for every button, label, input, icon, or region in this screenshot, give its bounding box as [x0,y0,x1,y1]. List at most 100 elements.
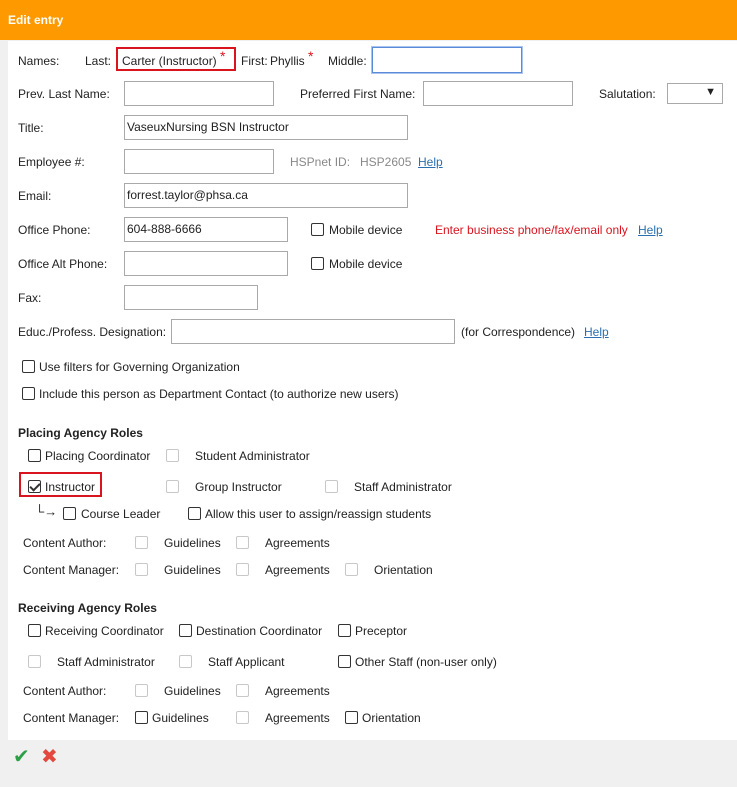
group-instructor-label: Group Instructor [195,480,282,494]
placing-author-guidelines-label: Guidelines [164,536,221,550]
placing-staff-administrator-label: Staff Administrator [354,480,452,494]
placing-author-agreements-checkbox[interactable] [236,536,249,549]
names-label: Names: [18,54,60,68]
prev-last-name-label: Prev. Last Name: [18,87,110,101]
group-instructor-checkbox[interactable] [166,480,179,493]
receiving-coordinator-label: Receiving Coordinator [45,624,164,638]
destination-coordinator-label: Destination Coordinator [196,624,323,638]
preceptor-checkbox[interactable] [338,624,351,637]
first-name-required-mark: * [308,48,314,64]
receiving-content-manager-label: Content Manager: [23,711,120,725]
student-administrator-checkbox[interactable] [166,449,179,462]
designation-help-link[interactable]: Help [584,325,609,339]
placing-author-agreements-label: Agreements [265,536,330,550]
salutation-label: Salutation: [599,87,656,101]
governing-filters-checkbox[interactable] [22,360,35,373]
allow-assign-checkbox[interactable] [188,507,201,520]
receiving-manager-orientation-label: Orientation [362,711,421,725]
cancel-x-button[interactable]: ✖ [41,747,58,767]
salutation-select[interactable]: ▼ [667,83,723,104]
receiving-coordinator-checkbox[interactable] [28,624,41,637]
office-phone-mobile-checkbox[interactable] [311,223,324,236]
office-phone-input[interactable]: 604-888-6666 [124,217,288,242]
receiving-staff-administrator-label: Staff Administrator [57,655,155,669]
department-contact-checkbox[interactable] [22,387,35,400]
office-alt-phone-mobile-checkbox[interactable] [311,257,324,270]
receiving-staff-administrator-checkbox[interactable] [28,655,41,668]
form-panel: Names: Last: Carter (Instructor) * First… [8,41,737,740]
allow-assign-label: Allow this user to assign/reassign stude… [205,507,432,521]
preferred-first-name-label: Preferred First Name: [300,87,416,101]
designation-label: Educ./Profess. Designation: [18,325,167,339]
receiving-manager-guidelines-checkbox[interactable] [135,711,148,724]
title-input[interactable]: VaseuxNursing BSN Instructor [124,115,408,140]
placing-staff-administrator-checkbox[interactable] [325,480,338,493]
department-contact-label: Include this person as Department Contac… [39,387,399,401]
edit-entry-dialog: Edit entry Names: Last: Carter (Instruct… [0,0,737,787]
middle-name-label: Middle: [328,54,367,68]
last-name-required-mark: * [220,48,226,64]
other-staff-label: Other Staff (non-user only) [355,655,497,669]
office-phone-mobile-label: Mobile device [329,223,403,237]
hspnet-help-link[interactable]: Help [418,155,443,169]
hspnet-id-value: HSP2605 [360,155,412,169]
receiving-manager-orientation-checkbox[interactable] [345,711,358,724]
office-alt-phone-mobile-label: Mobile device [329,257,403,271]
receiving-manager-agreements-checkbox[interactable] [236,711,249,724]
last-name-value[interactable]: Carter (Instructor) [122,54,217,68]
email-input[interactable]: forrest.taylor@phsa.ca [124,183,408,208]
middle-name-input[interactable] [372,47,522,73]
designation-note: (for Correspondence) [461,325,576,339]
placing-author-guidelines-checkbox[interactable] [135,536,148,549]
instructor-checkbox[interactable] [28,480,41,493]
course-leader-checkbox[interactable] [63,507,76,520]
receiving-author-guidelines-checkbox[interactable] [135,684,148,697]
dialog-title: Edit entry [8,13,64,27]
first-name-value[interactable]: Phyllis [270,54,305,68]
office-alt-phone-label: Office Alt Phone: [18,257,108,271]
office-phone-help-link[interactable]: Help [638,223,663,237]
email-label: Email: [18,189,52,203]
fax-input[interactable] [124,285,258,310]
employee-number-input[interactable] [124,149,274,174]
staff-applicant-label: Staff Applicant [208,655,285,669]
placing-roles-heading: Placing Agency Roles [18,426,143,440]
last-name-label: Last: [85,54,112,68]
business-contact-notice: Enter business phone/fax/email only [435,223,628,237]
placing-manager-guidelines-label: Guidelines [164,563,221,577]
placing-manager-orientation-label: Orientation [374,563,433,577]
receiving-author-agreements-label: Agreements [265,684,330,698]
first-name-label: First: [241,54,268,68]
placing-manager-agreements-label: Agreements [265,563,330,577]
receiving-content-author-label: Content Author: [23,684,107,698]
hspnet-id-label: HSPnet ID: [290,155,351,169]
receiving-roles-heading: Receiving Agency Roles [18,601,157,615]
placing-coordinator-checkbox[interactable] [28,449,41,462]
receiving-manager-guidelines-label: Guidelines [152,711,209,725]
receiving-author-agreements-checkbox[interactable] [236,684,249,697]
placing-content-manager-label: Content Manager: [23,563,120,577]
preferred-first-name-input[interactable] [423,81,573,106]
chevron-down-icon: ▼ [705,86,716,98]
prev-last-name-input[interactable] [124,81,274,106]
destination-coordinator-checkbox[interactable] [179,624,192,637]
placing-manager-orientation-checkbox[interactable] [345,563,358,576]
save-checkmark-button[interactable]: ✔ [13,747,30,767]
fax-label: Fax: [18,291,42,305]
title-label: Title: [18,121,44,135]
placing-manager-guidelines-checkbox[interactable] [135,563,148,576]
course-leader-label: Course Leader [81,507,161,521]
receiving-author-guidelines-label: Guidelines [164,684,221,698]
staff-applicant-checkbox[interactable] [179,655,192,668]
designation-input[interactable] [171,319,455,344]
placing-content-author-label: Content Author: [23,536,107,550]
student-administrator-label: Student Administrator [195,449,310,463]
sub-role-arrow-icon: └→ [35,504,58,519]
preceptor-label: Preceptor [355,624,408,638]
placing-manager-agreements-checkbox[interactable] [236,563,249,576]
placing-coordinator-label: Placing Coordinator [45,449,151,463]
other-staff-checkbox[interactable] [338,655,351,668]
dialog-header: Edit entry [0,0,737,40]
office-alt-phone-input[interactable] [124,251,288,276]
employee-number-label: Employee #: [18,155,85,169]
